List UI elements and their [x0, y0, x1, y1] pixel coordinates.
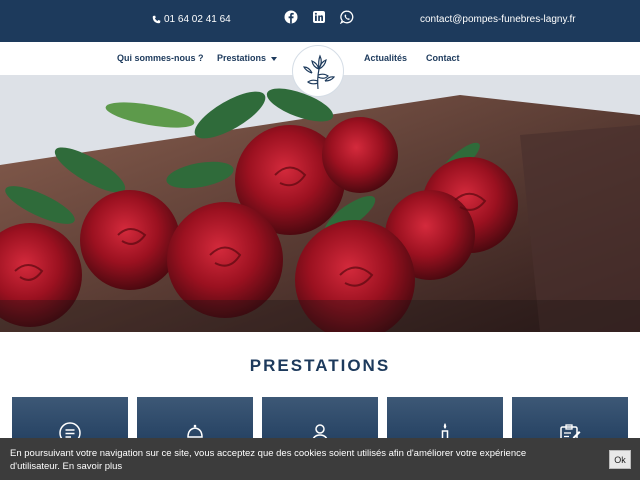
phone-contact[interactable]: 01 64 02 41 64: [152, 14, 231, 25]
hero-image: [0, 75, 640, 332]
nav-item-contact[interactable]: Contact: [426, 53, 460, 63]
cookie-banner: En poursuivant votre navigation sur ce s…: [0, 438, 640, 480]
nav-item-label: Prestations: [217, 53, 267, 63]
phone-number: 01 64 02 41 64: [164, 14, 231, 25]
top-bar: 01 64 02 41 64 contact@pompes-funebres-l…: [0, 0, 640, 42]
learn-more-link[interactable]: En savoir plus: [63, 461, 123, 472]
linkedin-icon[interactable]: [312, 10, 326, 24]
roses-illustration: [0, 75, 640, 332]
nav-item-prestations[interactable]: Prestations: [217, 53, 278, 63]
cookie-ok-button[interactable]: Ok: [609, 450, 631, 469]
nav-item-actualites[interactable]: Actualités: [364, 53, 407, 63]
facebook-icon[interactable]: [284, 10, 298, 24]
nav-item-qui-sommes-nous[interactable]: Qui sommes-nous ?: [117, 53, 204, 63]
caret-down-icon: [271, 56, 278, 61]
phone-icon: [152, 15, 161, 24]
whatsapp-icon[interactable]: [339, 10, 354, 25]
cookie-message: En poursuivant votre navigation sur ce s…: [10, 447, 570, 473]
social-links: [284, 10, 354, 25]
section-title: PRESTATIONS: [249, 356, 391, 375]
site-logo[interactable]: [292, 45, 344, 97]
flower-logo-icon: [303, 54, 336, 90]
email-link[interactable]: contact@pompes-funebres-lagny.fr: [420, 14, 576, 25]
